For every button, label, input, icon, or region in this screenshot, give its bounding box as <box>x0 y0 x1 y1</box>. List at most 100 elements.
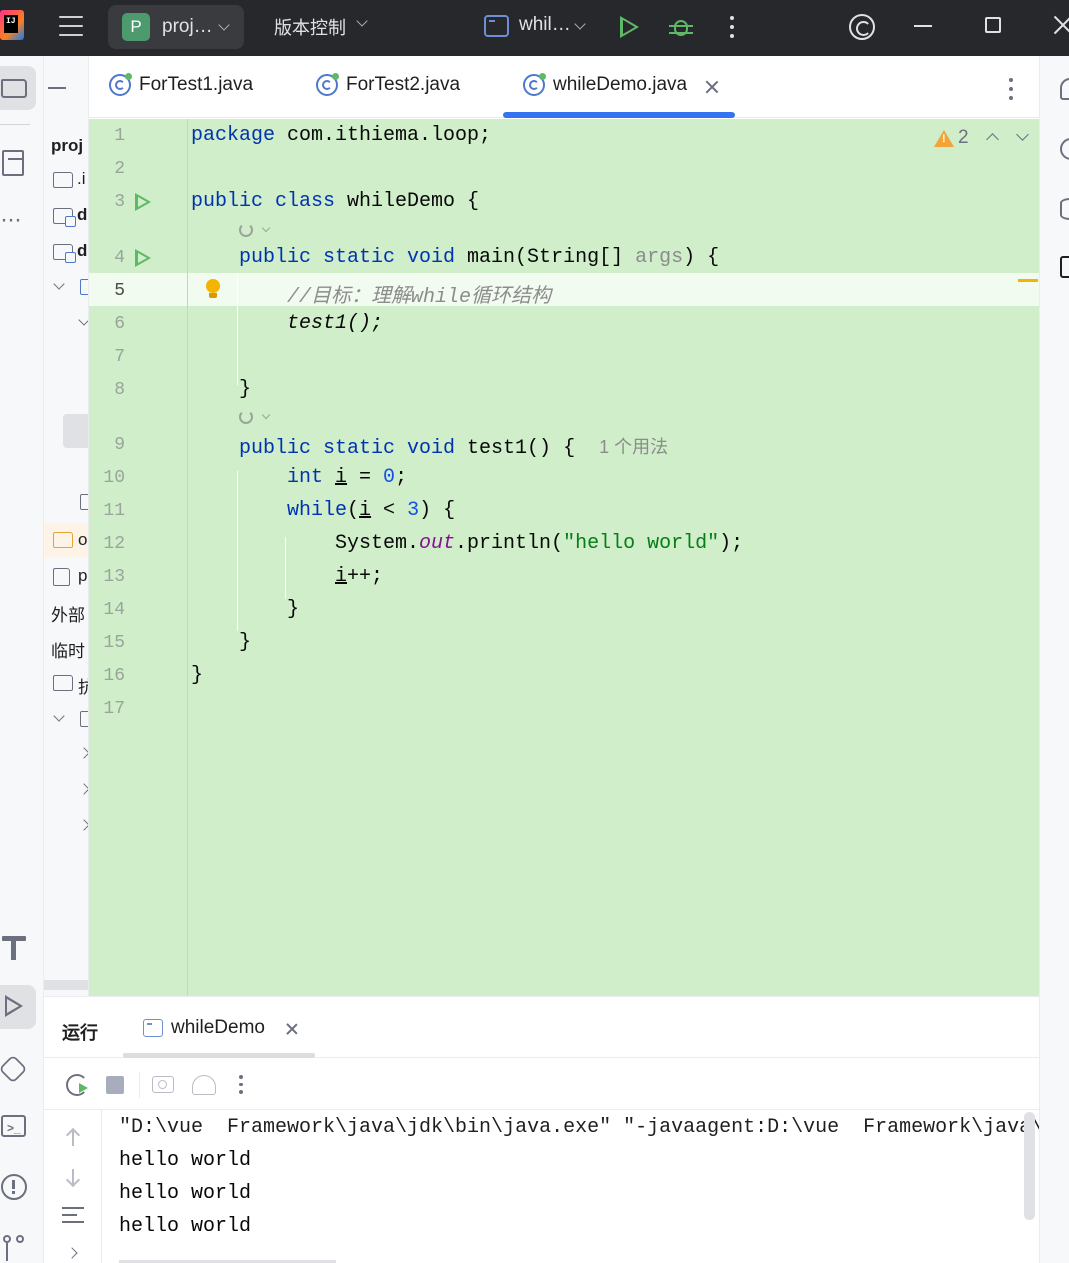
close-tab-icon[interactable] <box>705 80 719 94</box>
code-editor[interactable]: 2 1 2 3 4 5 6 7 8 9 10 11 12 13 14 15 16… <box>89 119 1039 996</box>
thread-dump-camera-icon[interactable] <box>152 1076 174 1093</box>
code-line-13[interactable]: i++; <box>335 565 383 588</box>
ai-assistant-icon[interactable] <box>1060 138 1069 160</box>
project-tree-item[interactable]: p <box>78 566 87 586</box>
code-token: public <box>239 246 312 269</box>
code-line-9[interactable]: public static void test1() { 1 个用法 <box>239 433 668 460</box>
chevron-down-icon <box>218 19 230 31</box>
more-tabs-icon[interactable] <box>1009 78 1013 105</box>
code-line-4[interactable]: public static void main(String[] args) { <box>239 246 719 269</box>
close-window-button[interactable] <box>1052 14 1069 36</box>
code-token: int <box>287 466 336 489</box>
soft-wrap-icon[interactable] <box>62 1207 84 1223</box>
external-libraries-item[interactable]: 外部 <box>51 601 85 626</box>
line-number: 9 <box>114 435 125 455</box>
project-tree-item[interactable]: d <box>77 205 87 225</box>
project-tree-item[interactable]: 抗 <box>78 673 88 698</box>
services-tool-icon[interactable] <box>0 1048 36 1092</box>
ai-assistant-icon[interactable] <box>849 14 875 40</box>
project-tree-item[interactable]: d <box>77 241 87 261</box>
lightbulb-icon[interactable] <box>205 279 221 299</box>
title-bar: IJ P proj… 版本控制 whil… <box>0 0 1069 56</box>
code-line-5[interactable]: //目标：理解while循环结构 <box>287 279 551 309</box>
debug-icon[interactable] <box>669 14 693 40</box>
code-token: public static void <box>239 437 456 460</box>
left-tool-strip: ··· >_ <box>0 56 44 1263</box>
code-vision-icon[interactable] <box>239 409 271 427</box>
usage-count-hint[interactable]: 1 个用法 <box>599 437 668 457</box>
project-selector[interactable]: P proj… <box>108 5 244 49</box>
run-tool-icon[interactable] <box>0 985 36 1029</box>
chevron-down-icon[interactable] <box>53 278 65 290</box>
run-class-gutter-icon[interactable] <box>135 193 151 211</box>
chevron-down-icon[interactable] <box>53 710 65 722</box>
code-vision-icon[interactable] <box>239 222 271 240</box>
arrow-down-icon[interactable] <box>72 1169 74 1185</box>
chevron-right-icon[interactable] <box>66 1247 78 1259</box>
inspection-widget[interactable]: 2 <box>934 127 1044 151</box>
run-icon[interactable] <box>620 16 639 38</box>
tab-label: whileDemo.java <box>553 74 688 95</box>
git-tool-icon[interactable] <box>0 1226 36 1263</box>
code-line-11[interactable]: while(i < 3) { <box>287 499 455 522</box>
rerun-icon[interactable] <box>66 1074 88 1096</box>
line-number: 14 <box>103 600 125 620</box>
code-token: System. <box>335 532 420 555</box>
run-main-gutter-icon[interactable] <box>135 249 151 267</box>
terminal-tool-icon[interactable]: >_ <box>0 1106 36 1150</box>
code-line-1[interactable]: package com.ithiema.loop; <box>191 124 491 147</box>
arrow-up-icon[interactable] <box>72 1130 74 1146</box>
chevron-down-icon[interactable] <box>78 314 88 326</box>
intellij-logo-icon[interactable]: IJ <box>0 10 24 40</box>
code-line-10[interactable]: int i = 0; <box>287 466 407 489</box>
indent-guide <box>237 471 238 631</box>
vertical-scrollbar[interactable] <box>1024 1112 1035 1220</box>
line-number: 1 <box>114 126 125 146</box>
chevron-right-icon[interactable] <box>78 747 88 759</box>
chevron-right-icon[interactable] <box>78 819 88 831</box>
code-token: args <box>635 246 684 269</box>
code-line-3[interactable]: public class whileDemo { <box>191 190 479 213</box>
more-tools-icon[interactable]: ··· <box>0 206 36 250</box>
main-menu-icon[interactable] <box>59 16 83 38</box>
project-name: proj… <box>162 16 213 37</box>
collapse-panel-icon[interactable] <box>48 87 66 89</box>
code-token: i <box>335 466 348 489</box>
line-number: 17 <box>103 699 125 719</box>
project-tree-item[interactable]: o <box>78 530 87 550</box>
run-tab-label[interactable]: whileDemo <box>171 1017 265 1039</box>
code-line-14[interactable]: } <box>287 598 299 621</box>
stop-icon[interactable] <box>106 1076 124 1094</box>
maximize-window-button[interactable] <box>985 17 1001 33</box>
next-highlight-icon[interactable] <box>1016 128 1029 141</box>
notifications-icon[interactable] <box>1060 78 1069 100</box>
maven-icon[interactable] <box>1060 256 1069 278</box>
error-stripe-marker[interactable] <box>1018 279 1038 282</box>
close-run-tab-icon[interactable] <box>286 1023 298 1035</box>
chevron-right-icon[interactable] <box>78 783 88 795</box>
code-line-12[interactable]: System.out.println("hello world"); <box>335 532 743 555</box>
console-output[interactable]: "D:\vue Framework\java\jdk\bin\java.exe"… <box>102 1110 1039 1263</box>
project-tree-item[interactable]: .i <box>77 169 86 189</box>
code-line-8[interactable]: } <box>239 378 251 401</box>
code-line-15[interactable]: } <box>239 631 251 654</box>
previous-highlight-icon[interactable] <box>986 133 999 146</box>
vcs-selector[interactable]: 版本控制 <box>274 14 368 40</box>
project-root-label[interactable]: proj <box>51 136 83 156</box>
structure-tool-icon[interactable] <box>0 142 36 186</box>
more-actions-icon[interactable] <box>239 1075 243 1098</box>
horizontal-scrollbar[interactable] <box>44 980 88 990</box>
code-line-16[interactable]: } <box>191 664 203 687</box>
minimize-window-button[interactable] <box>914 25 932 27</box>
project-row-selected[interactable] <box>63 414 88 448</box>
profiler-gauge-icon[interactable] <box>192 1075 216 1095</box>
code-line-6[interactable]: test1(); <box>287 312 383 335</box>
database-icon[interactable] <box>1060 198 1069 220</box>
code-token: package <box>191 124 276 147</box>
scratches-item[interactable]: 临时 <box>51 637 85 662</box>
problems-tool-icon[interactable] <box>0 1166 36 1210</box>
run-configuration-selector[interactable]: whil… <box>484 14 594 42</box>
project-tool-icon[interactable] <box>0 66 36 110</box>
build-hammer-icon[interactable] <box>0 924 36 968</box>
more-actions-icon[interactable] <box>730 16 734 43</box>
